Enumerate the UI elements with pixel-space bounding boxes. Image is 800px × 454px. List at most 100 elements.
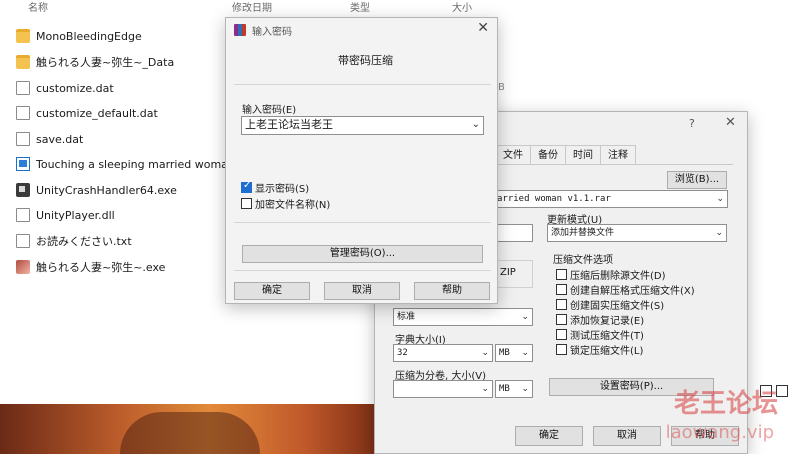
column-header-modified[interactable]: 修改日期 [232, 0, 272, 18]
format-group: ZIP [493, 260, 533, 288]
window-icon [16, 157, 30, 171]
column-header-size[interactable]: 大小 [452, 0, 472, 18]
file-row[interactable]: MonoBleedingEdge [16, 25, 226, 47]
tab-time[interactable]: 时间 [565, 145, 601, 165]
chevron-down-icon: ⌄ [521, 312, 529, 322]
exe-icon [16, 183, 30, 197]
chevron-down-icon: ⌄ [471, 119, 480, 130]
chevron-down-icon: ⌄ [481, 348, 489, 358]
chevron-down-icon: ⌄ [481, 384, 489, 394]
folder-icon [16, 55, 30, 69]
update-mode-value: 添加并替换文件 [551, 228, 615, 238]
document-icon [16, 106, 30, 120]
dictionary-unit-select[interactable]: MB ⌄ [495, 344, 533, 362]
checkbox[interactable] [556, 299, 567, 310]
browse-button[interactable]: 浏览(B)... [667, 171, 727, 189]
dictionary-value: 32 [397, 348, 408, 358]
document-icon [16, 132, 30, 146]
file-row[interactable]: customize_default.dat [16, 102, 226, 124]
column-header-name[interactable]: 名称 [28, 0, 48, 18]
column-header-type[interactable]: 类型 [350, 0, 370, 18]
help-icon[interactable]: ? [689, 117, 695, 130]
dictionary-unit: MB [499, 348, 510, 358]
chevron-down-icon: ⌄ [716, 194, 724, 204]
watermark-url: laowang.vip [665, 422, 774, 443]
close-icon[interactable]: ✕ [725, 115, 736, 130]
split-unit-select[interactable]: MB ⌄ [495, 380, 533, 398]
ok-button[interactable]: 确定 [515, 426, 583, 446]
help-button[interactable]: 帮助 [414, 282, 490, 300]
file-name: save.dat [36, 132, 84, 146]
winrar-icon [234, 24, 246, 36]
checkbox[interactable] [556, 344, 567, 355]
tab-files[interactable]: 文件 [495, 145, 531, 165]
checkbox[interactable] [556, 329, 567, 340]
cancel-button[interactable]: 取消 [324, 282, 400, 300]
file-name: customize.dat [36, 81, 114, 95]
zip-label[interactable]: ZIP [500, 267, 516, 278]
background-artwork [0, 404, 380, 454]
option-lock[interactable]: 锁定压缩文件(L) [556, 342, 643, 357]
chevron-down-icon: ⌄ [521, 384, 529, 394]
dictionary-select[interactable]: 32 ⌄ [393, 344, 493, 362]
watermark-text: 老王论坛 [673, 389, 778, 419]
option-label: 添加恢复记录(E) [570, 316, 645, 327]
file-name: Touching a sleeping married woman ... [36, 157, 226, 171]
chevron-down-icon: ⌄ [521, 348, 529, 358]
password-value: 上老王论坛当老王 [245, 118, 333, 131]
manage-passwords-button[interactable]: 管理密码(O)... [242, 245, 483, 263]
split-size-select[interactable]: ⌄ [393, 380, 493, 398]
method-select[interactable]: 标准 ⌄ [393, 308, 533, 326]
dialog-heading: 带密码压缩 [338, 54, 393, 67]
option-solid[interactable]: 创建固实压缩文件(S) [556, 297, 664, 312]
option-label: 压缩后删除源文件(D) [570, 271, 666, 282]
password-input[interactable]: 上老王论坛当老王 ⌄ [241, 116, 484, 135]
checkbox-checked[interactable] [241, 180, 252, 193]
option-sfx[interactable]: 创建自解压格式压缩文件(X) [556, 282, 695, 297]
file-row[interactable]: Touching a sleeping married woman ... [16, 153, 226, 175]
option-recovery[interactable]: 添加恢复记录(E) [556, 312, 644, 327]
cancel-button[interactable]: 取消 [593, 426, 661, 446]
file-name: 触られる人妻~弥生~.exe [36, 261, 166, 274]
option-test[interactable]: 测试压缩文件(T) [556, 327, 644, 342]
divider [234, 222, 491, 223]
enter-password-dialog: 输入密码 ✕ 带密码压缩 输入密码(E) 上老王论坛当老王 ⌄ 显示密码(S) … [225, 17, 498, 304]
file-row[interactable]: お読みください.txt [16, 230, 226, 252]
tab-backup[interactable]: 备份 [530, 145, 566, 165]
divider [234, 84, 491, 85]
archive-name-field[interactable]: arried woman v1.1.rar ⌄ [493, 190, 728, 208]
options-title: 压缩文件选项 [553, 255, 613, 266]
option-label: 测试压缩文件(T) [570, 331, 644, 342]
file-name: 触られる人妻~弥生~_Data [36, 56, 175, 69]
file-row[interactable]: customize.dat [16, 77, 226, 99]
checkbox[interactable] [556, 284, 567, 295]
option-label: 锁定压缩文件(L) [570, 346, 644, 357]
option-delete-source[interactable]: 压缩后删除源文件(D) [556, 267, 666, 282]
file-row[interactable]: UnityPlayer.dll [16, 204, 226, 226]
tab-comment[interactable]: 注释 [600, 145, 636, 165]
file-row[interactable]: 触られる人妻~弥生~_Data [16, 51, 226, 73]
checkbox[interactable] [556, 269, 567, 280]
split-unit: MB [499, 384, 510, 394]
encrypt-filenames-label: 加密文件名称(N) [255, 200, 331, 211]
close-icon[interactable]: ✕ [477, 20, 489, 36]
method-value: 标准 [397, 312, 416, 322]
checkbox[interactable] [241, 198, 252, 209]
ok-button[interactable]: 确定 [234, 282, 310, 300]
password-label: 输入密码(E) [242, 105, 297, 116]
image-icon [16, 260, 30, 274]
file-name: お読みください.txt [36, 235, 132, 248]
update-mode-select[interactable]: 添加并替换文件 ⌄ [547, 224, 727, 242]
archive-tabs: 文件 备份 时间 注释 [495, 145, 636, 165]
encrypt-filenames-checkbox[interactable]: 加密文件名称(N) [241, 196, 330, 211]
show-password-label: 显示密码(S) [255, 184, 310, 195]
dialog-title: 输入密码 [252, 27, 292, 38]
file-name: UnityPlayer.dll [36, 208, 115, 222]
checkbox[interactable] [556, 314, 567, 325]
file-row[interactable]: 触られる人妻~弥生~.exe [16, 256, 226, 278]
file-row[interactable]: save.dat [16, 128, 226, 150]
show-password-checkbox[interactable]: 显示密码(S) [241, 180, 309, 195]
document-icon [16, 208, 30, 222]
file-row[interactable]: UnityCrashHandler64.exe [16, 179, 226, 201]
profile-field[interactable] [493, 224, 533, 242]
